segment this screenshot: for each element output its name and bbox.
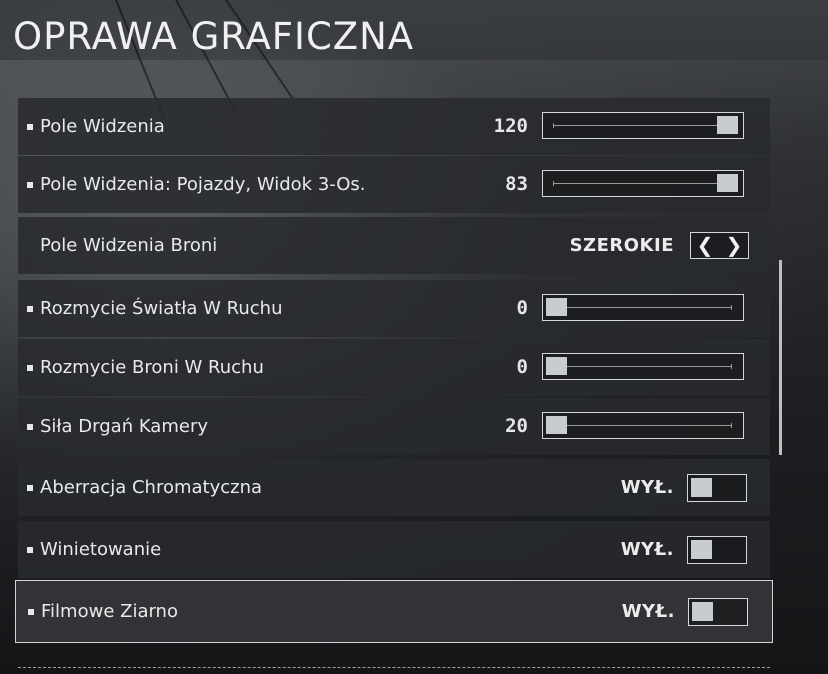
slider-thumb[interactable] [546, 298, 567, 316]
setting-row-winietowanie[interactable]: Winietowanie WYŁ. [18, 521, 770, 578]
cycle-selector[interactable]: ❮ ❯ [690, 232, 749, 259]
slider[interactable] [542, 412, 744, 439]
setting-label: Pole Widzenia: Pojazdy, Widok 3-Os. [40, 174, 366, 195]
slider-thumb[interactable] [546, 416, 567, 434]
slider-track [554, 183, 732, 184]
toggle-state-label: WYŁ. [620, 539, 674, 560]
setting-row-filmowe-ziarno[interactable]: Filmowe Ziarno WYŁ. [15, 580, 773, 643]
slider-track [554, 307, 732, 308]
setting-row-content: Aberracja Chromatyczna WYŁ. [18, 459, 770, 516]
slider-track-end [553, 181, 554, 186]
setting-row-aberracja-chromatyczna[interactable]: Aberracja Chromatyczna WYŁ. [18, 459, 770, 516]
setting-label: Rozmycie Światła W Ruchu [40, 298, 283, 319]
toggle-knob [691, 478, 712, 497]
setting-value: 20 [505, 415, 528, 437]
setting-label: Siła Drgań Kamery [40, 416, 209, 437]
toggle-state-label: WYŁ. [620, 477, 674, 498]
setting-value: 120 [493, 115, 528, 137]
toggle-knob [692, 602, 713, 621]
setting-value: 0 [516, 356, 528, 378]
slider[interactable] [542, 353, 744, 380]
slider-track-end [731, 423, 732, 428]
slider-track [554, 366, 732, 367]
setting-row-content: Filmowe Ziarno WYŁ. [19, 583, 771, 640]
chevron-left-icon[interactable]: ❮ [691, 233, 719, 257]
setting-row-content: Pole Widzenia Broni SZEROKIE ❮ ❯ [18, 217, 770, 274]
slider-track-end [731, 364, 732, 369]
toggle-knob [691, 540, 712, 559]
setting-label: Rozmycie Broni W Ruchu [40, 357, 264, 378]
toggle-switch[interactable] [688, 598, 748, 626]
square-bullet-icon [27, 365, 33, 371]
setting-row-pole-widzenia-pojazdy-widok-3-os[interactable]: Pole Widzenia: Pojazdy, Widok 3-Os. 83 [18, 156, 770, 213]
square-bullet-icon [27, 485, 33, 491]
square-bullet-icon [27, 124, 33, 130]
setting-label: Aberracja Chromatyczna [40, 477, 263, 498]
slider[interactable] [542, 170, 744, 197]
slider-thumb[interactable] [717, 116, 738, 134]
slider-track-end [731, 305, 732, 310]
divider [18, 667, 770, 668]
square-bullet-icon [28, 609, 34, 615]
square-bullet-icon [27, 182, 33, 188]
slider[interactable] [542, 112, 744, 139]
setting-row-content: Siła Drgań Kamery 20 [18, 398, 770, 455]
setting-label: Pole Widzenia [40, 116, 165, 137]
square-bullet-icon [27, 424, 33, 430]
setting-label: Winietowanie [40, 539, 162, 560]
setting-value: 0 [516, 297, 528, 319]
setting-row-pole-widzenia[interactable]: Pole Widzenia 120 [18, 98, 770, 155]
toggle-switch[interactable] [687, 474, 747, 502]
square-bullet-icon [27, 306, 33, 312]
setting-row-rozmycie-swiatla-w-ruchu[interactable]: Rozmycie Światła W Ruchu 0 [18, 280, 770, 337]
setting-row-sila-drgan-kamery[interactable]: Siła Drgań Kamery 20 [18, 398, 770, 455]
setting-row-content: Rozmycie Światła W Ruchu 0 [18, 280, 770, 337]
slider[interactable] [542, 294, 744, 321]
setting-row-content: Pole Widzenia: Pojazdy, Widok 3-Os. 83 [18, 156, 770, 213]
setting-row-content: Rozmycie Broni W Ruchu 0 [18, 339, 770, 396]
setting-row-rozmycie-broni-w-ruchu[interactable]: Rozmycie Broni W Ruchu 0 [18, 339, 770, 396]
cycle-value: SZEROKIE [569, 235, 674, 256]
toggle-state-label: WYŁ. [621, 601, 675, 622]
scrollbar[interactable] [779, 260, 782, 455]
toggle-switch[interactable] [687, 536, 747, 564]
setting-row-content: Pole Widzenia 120 [18, 98, 770, 155]
setting-row-content: Winietowanie WYŁ. [18, 521, 770, 578]
setting-label: Filmowe Ziarno [41, 601, 178, 622]
chevron-right-icon[interactable]: ❯ [720, 233, 748, 257]
setting-row-pole-widzenia-broni[interactable]: Pole Widzenia Broni SZEROKIE ❮ ❯ [18, 217, 770, 274]
slider-track [554, 125, 732, 126]
setting-value: 83 [505, 173, 528, 195]
slider-track [554, 425, 732, 426]
slider-track-end [553, 123, 554, 128]
page-title: OPRAWA GRAFICZNA [13, 15, 415, 58]
slider-thumb[interactable] [717, 174, 738, 192]
square-bullet-icon [27, 547, 33, 553]
setting-label: Pole Widzenia Broni [40, 235, 218, 256]
slider-thumb[interactable] [546, 357, 567, 375]
